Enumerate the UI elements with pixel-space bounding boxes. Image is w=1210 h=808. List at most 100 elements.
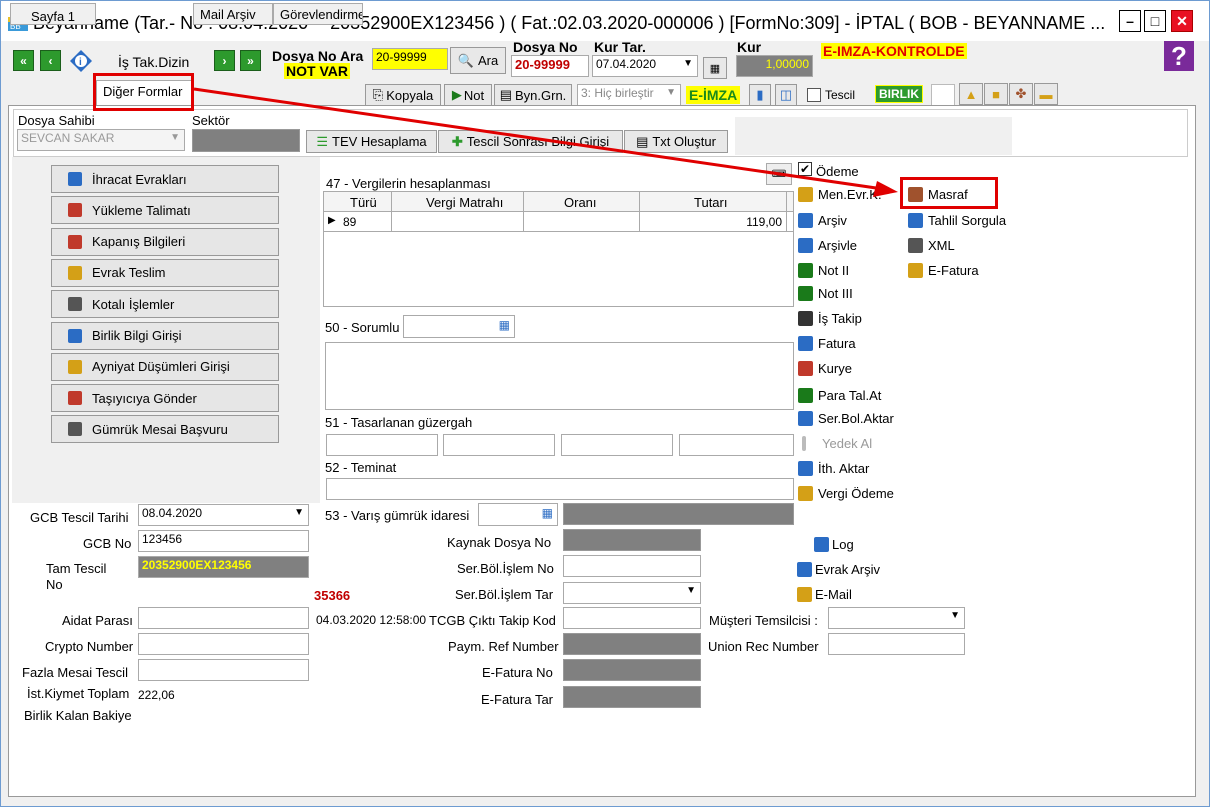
ayniyat-dusumleri-button[interactable]: Ayniyat Düşümleri Girişi: [51, 352, 279, 381]
crypto-input[interactable]: [138, 633, 309, 655]
kotali-islemler-button[interactable]: Kotalı İşlemler: [51, 290, 279, 319]
musteri-temsilcisi-select[interactable]: [828, 607, 965, 629]
ser-bol-aktar-link[interactable]: Ser.Bol.Aktar: [798, 411, 894, 426]
tcgb-input[interactable]: [563, 607, 701, 629]
calculator-button[interactable]: ▦: [703, 57, 727, 79]
tools-button[interactable]: ✤: [1009, 83, 1033, 105]
para-tal-at-link[interactable]: Para Tal.At: [798, 388, 881, 403]
txt-olustur-button[interactable]: ▤ Txt Oluştur: [624, 130, 728, 153]
dosya-no-ara-input[interactable]: 20-99999: [372, 48, 448, 70]
tahlil-sorgula-link[interactable]: Tahlil Sorgula: [908, 213, 1006, 228]
serbol-no-input[interactable]: [563, 555, 701, 577]
guzergah-input-3[interactable]: [561, 434, 673, 456]
kaynak-dosya-input[interactable]: [563, 529, 701, 551]
tev-hesaplama-button[interactable]: ☰ TEV Hesaplama: [306, 130, 437, 153]
folder-open-button[interactable]: ■: [984, 83, 1008, 105]
info-icon[interactable]: i: [69, 49, 93, 73]
not-button[interactable]: ▶ Not: [444, 84, 492, 106]
tasiyiciya-gonder-button[interactable]: Taşıyıcıya Gönder: [51, 384, 279, 413]
log-link[interactable]: Log: [814, 537, 854, 552]
xml-link[interactable]: XML: [908, 238, 955, 253]
calc-grid-button[interactable]: ⌨: [766, 163, 792, 185]
guzergah-input-2[interactable]: [443, 434, 555, 456]
efatura-no-input[interactable]: [563, 659, 701, 681]
is-takip-dizin-label[interactable]: İş Tak.Dizin: [118, 54, 189, 70]
efatura-tar-input[interactable]: [563, 686, 701, 708]
guzergah-label: 51 - Tasarlanan güzergah: [325, 415, 473, 430]
kur-tarihi-input[interactable]: 07.04.2020: [592, 55, 698, 77]
sorumlu-textarea[interactable]: [325, 342, 794, 410]
dosya-no-input[interactable]: 20-99999: [511, 55, 589, 77]
table-row[interactable]: [324, 212, 793, 232]
ihracat-evraklari-button[interactable]: İhracat Evrakları: [51, 165, 279, 193]
maximize-button[interactable]: □: [1144, 10, 1166, 32]
guzergah-input-4[interactable]: [679, 434, 794, 456]
e-fatura-link[interactable]: E-Fatura: [908, 263, 979, 278]
first-record-button[interactable]: «: [13, 50, 34, 71]
men-evr-k-link[interactable]: Men.Evr.K.: [798, 187, 882, 202]
vergi-odeme-link[interactable]: Vergi Ödeme: [798, 486, 894, 501]
birlestir-select[interactable]: 3: Hiç birleştir: [577, 84, 681, 106]
odeme-link[interactable]: Ödeme: [816, 164, 859, 179]
odeme-checkbox[interactable]: ✔: [798, 162, 812, 176]
gcb-no-input[interactable]: 123456: [138, 530, 309, 552]
is-takip-link[interactable]: İş Takip: [798, 311, 862, 326]
birlik-bilgi-girisi-button[interactable]: Birlik Bilgi Girişi: [51, 321, 279, 350]
dosya-sahibi-select[interactable]: SEVCAN SAKAR: [17, 129, 185, 151]
fatura-link[interactable]: Fatura: [798, 336, 856, 351]
varis-name-input[interactable]: [563, 503, 794, 525]
union-rec-input[interactable]: [828, 633, 965, 655]
arsiv-link[interactable]: Arşiv: [798, 213, 847, 228]
e-imza-badge[interactable]: E-İMZA: [686, 86, 741, 104]
not-iii-link[interactable]: Not III: [798, 286, 853, 301]
ith-aktar-link[interactable]: İth. Aktar: [798, 461, 869, 476]
next-record-button[interactable]: ›: [214, 50, 235, 71]
gumruk-mesai-basvuru-button[interactable]: Gümrük Mesai Başvuru: [51, 415, 279, 444]
aidat-input[interactable]: [138, 607, 309, 629]
tab-mail-arsiv[interactable]: Mail Arşiv: [193, 3, 273, 25]
guzergah-input-1[interactable]: [326, 434, 438, 456]
prev-record-button[interactable]: ‹: [40, 50, 61, 71]
preview-button[interactable]: ◫: [775, 84, 797, 106]
arsivle-link[interactable]: Arşivle: [798, 238, 857, 253]
teminat-input[interactable]: [326, 478, 794, 500]
tab-sayfa1[interactable]: Sayfa 1: [10, 3, 96, 25]
table-icon[interactable]: ▦: [542, 506, 553, 520]
evrak-arsiv-link[interactable]: Evrak Arşiv: [797, 562, 880, 577]
tam-tescil-input[interactable]: 20352900EX123456: [138, 556, 309, 578]
tab-gorevlendirme[interactable]: Görevlendirme: [273, 3, 363, 25]
serbol-tar-input[interactable]: [563, 582, 701, 604]
folder-button[interactable]: ▬: [1034, 83, 1058, 105]
help-button[interactable]: ?: [1164, 41, 1194, 71]
table-icon[interactable]: ▦: [499, 318, 510, 332]
tescil-sonrasi-button[interactable]: ✚ Tescil Sonrası Bilgi Girişi: [438, 130, 623, 153]
sektor-input[interactable]: [192, 129, 300, 152]
e-mail-link[interactable]: E-Mail: [797, 587, 852, 602]
minimize-button[interactable]: –: [1119, 10, 1141, 32]
byn-grn-button[interactable]: ▤ Byn.Grn.: [494, 84, 572, 106]
cell-turu[interactable]: 89: [343, 215, 356, 229]
gcb-tescil-tarihi-input[interactable]: 08.04.2020: [138, 504, 309, 526]
ara-button[interactable]: 🔍 Ara: [450, 47, 506, 74]
varis-code-input[interactable]: ▦: [478, 503, 558, 526]
cell-tutar[interactable]: 119,00: [724, 215, 782, 229]
kopyala-button[interactable]: ⎘ Kopyala: [365, 84, 441, 106]
paym-ref-input[interactable]: [563, 633, 701, 655]
birlik-badge[interactable]: BIRLIK: [875, 85, 923, 103]
ist-kiymet-label: İst.Kiymet Toplam: [27, 686, 130, 701]
kur-input[interactable]: 1,00000: [736, 55, 813, 77]
not-ii-link[interactable]: Not II: [798, 263, 849, 278]
yedek-al-link[interactable]: Yedek Al: [798, 436, 872, 451]
sign-button[interactable]: ▮: [749, 84, 771, 106]
sorumlu-input[interactable]: ▦: [403, 315, 515, 338]
tescil-checkbox[interactable]: [807, 88, 821, 102]
fazla-mesai-input[interactable]: [138, 659, 309, 681]
folder-up-button[interactable]: ▲: [959, 83, 983, 105]
close-button[interactable]: ✕: [1171, 10, 1193, 32]
yukleme-talimati-button[interactable]: Yükleme Talimatı: [51, 196, 279, 225]
last-record-button[interactable]: »: [240, 50, 261, 71]
blank-area: [735, 117, 1012, 155]
kapanis-bilgileri-button[interactable]: Kapanış Bilgileri: [51, 227, 279, 256]
kurye-link[interactable]: Kurye: [798, 361, 852, 376]
evrak-teslim-button[interactable]: Evrak Teslim: [51, 258, 279, 287]
